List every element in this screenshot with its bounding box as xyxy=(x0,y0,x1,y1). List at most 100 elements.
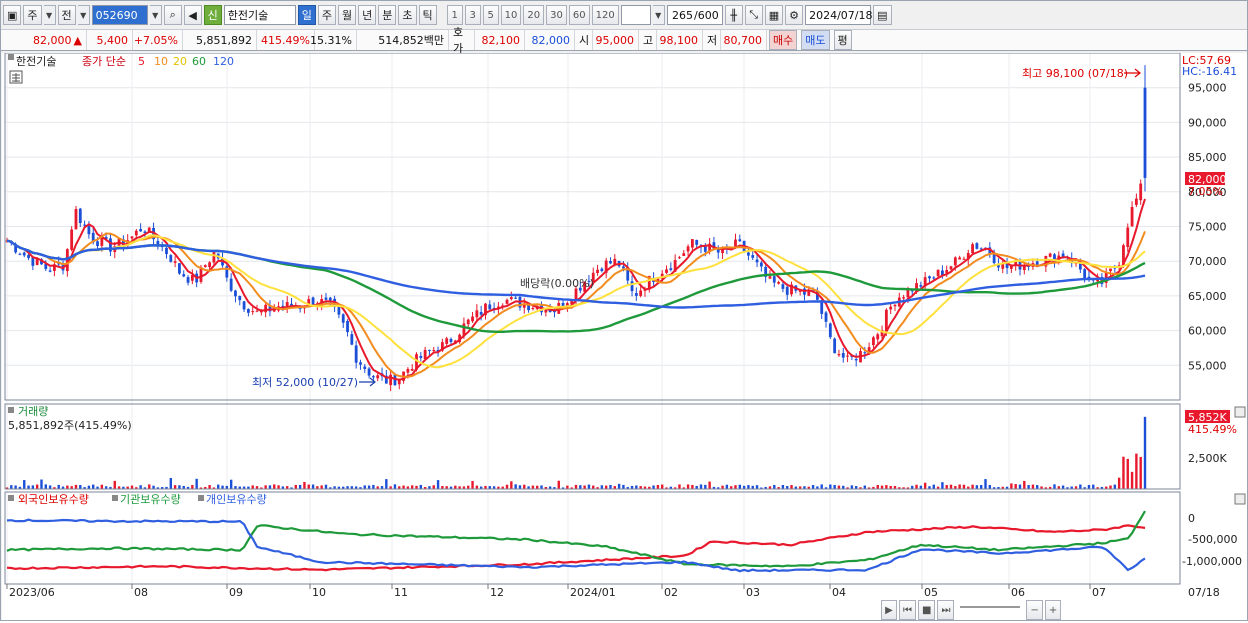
volume-bar xyxy=(975,485,979,489)
menu-icon[interactable]: ▣ xyxy=(3,5,22,25)
volume-bar xyxy=(755,485,759,489)
volume-panel-frame xyxy=(4,403,1181,490)
candle-body xyxy=(531,307,535,309)
volume-bar xyxy=(1027,485,1030,489)
candle-body xyxy=(514,297,518,299)
calendar-icon[interactable]: ▤ xyxy=(873,5,892,25)
scroll-first-icon[interactable]: ⏮ xyxy=(899,600,916,620)
minute-option[interactable]: 3 xyxy=(464,5,481,25)
volume-bar xyxy=(837,485,841,489)
chart-area[interactable]: 한전기술 종가 단순 5 10 20 60 120 LC:57.69 HC:-1… xyxy=(2,52,1247,620)
period-tab-month[interactable]: 월 xyxy=(338,5,357,25)
scroll-right-icon[interactable]: ▶ xyxy=(881,600,897,620)
stock-code-input[interactable]: 052690 xyxy=(91,5,148,25)
chevron-down-icon[interactable]: ▼ xyxy=(149,5,162,25)
minute-option[interactable]: 30 xyxy=(546,5,567,25)
candle-body xyxy=(665,269,668,273)
volume: 5,851,892 xyxy=(183,30,257,50)
volume-bar xyxy=(324,484,328,489)
speaker-icon[interactable]: ◀ xyxy=(183,5,202,25)
minute-option[interactable]: 1 xyxy=(446,5,463,25)
zoom-out-icon[interactable]: − xyxy=(1026,600,1043,620)
x-axis-label: 04 xyxy=(832,586,846,599)
stock-name-field[interactable]: 한전기술 xyxy=(223,5,296,25)
zoom-slider[interactable] xyxy=(960,606,1021,614)
period-tab-year[interactable]: 년 xyxy=(358,5,377,25)
candle-icon[interactable]: ╫ xyxy=(724,5,743,25)
market-select[interactable]: 주 xyxy=(23,5,42,25)
volume-bar xyxy=(31,485,35,489)
minute-option[interactable]: 10 xyxy=(500,5,522,25)
date-input[interactable]: 2024/07/18 xyxy=(805,5,873,25)
eval-button[interactable]: 평 xyxy=(833,30,852,50)
close-icon[interactable] xyxy=(1234,493,1246,505)
candle-body xyxy=(958,257,962,260)
volume-bar xyxy=(738,484,742,489)
stop-icon[interactable]: ■ xyxy=(918,600,936,620)
candle-body xyxy=(428,349,431,351)
candle-body xyxy=(828,323,832,338)
buy-button[interactable]: 매수 xyxy=(769,30,798,50)
candle-body xyxy=(1143,87,1147,178)
chart-svg[interactable]: 한전기술 종가 단순 5 10 20 60 120 LC:57.69 HC:-1… xyxy=(2,52,1247,620)
candle-body xyxy=(1134,198,1138,205)
candle-body xyxy=(173,261,177,263)
candle-body xyxy=(777,282,780,284)
close-icon[interactable] xyxy=(1234,406,1246,418)
high-label: 고 xyxy=(639,30,657,50)
grid-icon[interactable]: ▦ xyxy=(764,5,784,25)
search-icon[interactable]: ⌕ xyxy=(163,5,182,25)
volume-bar xyxy=(385,479,388,489)
minute-option[interactable]: 120 xyxy=(591,5,619,25)
volume-bar xyxy=(592,485,595,489)
candle-body xyxy=(634,293,638,296)
volume-bar xyxy=(518,485,522,489)
candle-body xyxy=(505,299,509,304)
scroll-last-icon[interactable]: ⏭ xyxy=(937,600,955,620)
minute-option[interactable]: 60 xyxy=(568,5,590,25)
period-tab-day[interactable]: 일 xyxy=(297,5,316,25)
chevron-down-icon[interactable]: ▼ xyxy=(43,5,56,25)
chevron-down-icon[interactable]: ▼ xyxy=(652,5,665,25)
volume-bar xyxy=(988,485,992,489)
legend-ma-type: 종가 단순 xyxy=(82,55,126,68)
gear-icon[interactable]: ⚙ xyxy=(785,5,804,25)
volume-bar xyxy=(27,485,30,489)
period-tab-second[interactable]: 초 xyxy=(398,5,417,25)
candle-body xyxy=(208,262,211,268)
legend-individual: 개인보유수량 xyxy=(206,493,267,506)
candle-body xyxy=(1083,269,1087,279)
sell-button[interactable]: 매도 xyxy=(801,30,830,50)
candle-body xyxy=(1130,206,1134,227)
volume-bar xyxy=(66,485,69,489)
candle-body xyxy=(837,354,841,356)
candle-body xyxy=(872,337,875,346)
candle-body xyxy=(479,311,483,315)
holding-axis-tick: -1,000,000 xyxy=(1182,555,1242,568)
period-tab-week[interactable]: 주 xyxy=(317,5,337,25)
chevron-down-icon[interactable]: ▼ xyxy=(77,5,90,25)
legend-square-icon xyxy=(112,495,118,501)
candle-body xyxy=(367,368,371,376)
minute-option[interactable]: 20 xyxy=(523,5,545,25)
minute-option[interactable]: 5 xyxy=(482,5,499,25)
x-axis-label: 10 xyxy=(312,586,326,599)
period-tab-minute[interactable]: 분 xyxy=(378,5,397,25)
period-tab-tick[interactable]: 틱 xyxy=(418,5,437,25)
volume-bar xyxy=(1061,485,1065,489)
volume-bar xyxy=(691,484,694,489)
volume-bar xyxy=(604,485,608,489)
candle-body xyxy=(251,311,255,313)
crosshair-icon[interactable]: ⤡ xyxy=(744,5,763,25)
volume-bar xyxy=(557,480,560,489)
volume-bar xyxy=(811,485,815,489)
custom-minute-input[interactable] xyxy=(620,5,651,25)
volume-bar xyxy=(311,484,315,489)
bar-count-field[interactable]: 265/600 xyxy=(666,5,723,25)
zoom-in-icon[interactable]: + xyxy=(1044,600,1062,620)
candle-body xyxy=(432,350,436,352)
candle-body xyxy=(781,284,785,289)
market2-select[interactable]: 전 xyxy=(57,5,76,25)
volume-bar xyxy=(1130,471,1134,489)
candle-body xyxy=(346,321,349,333)
